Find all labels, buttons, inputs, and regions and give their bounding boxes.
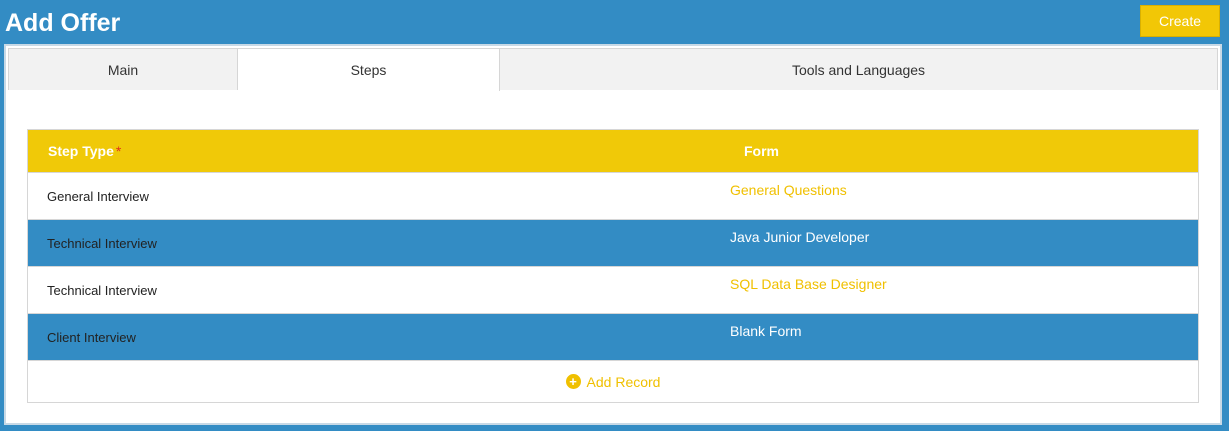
add-record-button[interactable]: + Add Record	[28, 360, 1198, 402]
step-type-cell[interactable]: General Interview	[28, 173, 730, 219]
tab-steps[interactable]: Steps	[238, 49, 500, 91]
tab-bar: Main Steps Tools and Languages	[8, 48, 1218, 91]
table-row[interactable]: Client Interview Blank Form	[28, 313, 1198, 360]
table-row[interactable]: General Interview General Questions	[28, 172, 1198, 219]
create-button[interactable]: Create	[1140, 5, 1220, 37]
form-link[interactable]: Java Junior Developer	[730, 220, 1198, 266]
table-row[interactable]: Technical Interview SQL Data Base Design…	[28, 266, 1198, 313]
column-header-step-type-label: Step Type	[48, 143, 114, 159]
add-record-label: Add Record	[586, 373, 661, 390]
tab-main[interactable]: Main	[9, 49, 238, 90]
grid-header: Step Type * Form	[28, 130, 1198, 172]
tab-tools-and-languages[interactable]: Tools and Languages	[500, 49, 1217, 90]
step-type-cell[interactable]: Technical Interview	[28, 267, 730, 313]
offer-panel: Main Steps Tools and Languages Step Type…	[4, 44, 1222, 425]
table-row[interactable]: Technical Interview Java Junior Develope…	[28, 219, 1198, 266]
form-link[interactable]: Blank Form	[730, 314, 1198, 360]
step-type-cell[interactable]: Client Interview	[28, 314, 730, 360]
plus-circle-icon: +	[565, 374, 581, 389]
form-link[interactable]: General Questions	[730, 173, 1198, 219]
step-type-cell[interactable]: Technical Interview	[28, 220, 730, 266]
column-header-step-type[interactable]: Step Type *	[28, 143, 744, 159]
required-marker: *	[115, 143, 122, 159]
steps-grid: Step Type * Form General Interview Genera…	[27, 129, 1199, 403]
column-header-form[interactable]: Form	[744, 143, 1198, 159]
page-title: Add Offer	[5, 9, 121, 37]
form-link[interactable]: SQL Data Base Designer	[730, 267, 1198, 313]
